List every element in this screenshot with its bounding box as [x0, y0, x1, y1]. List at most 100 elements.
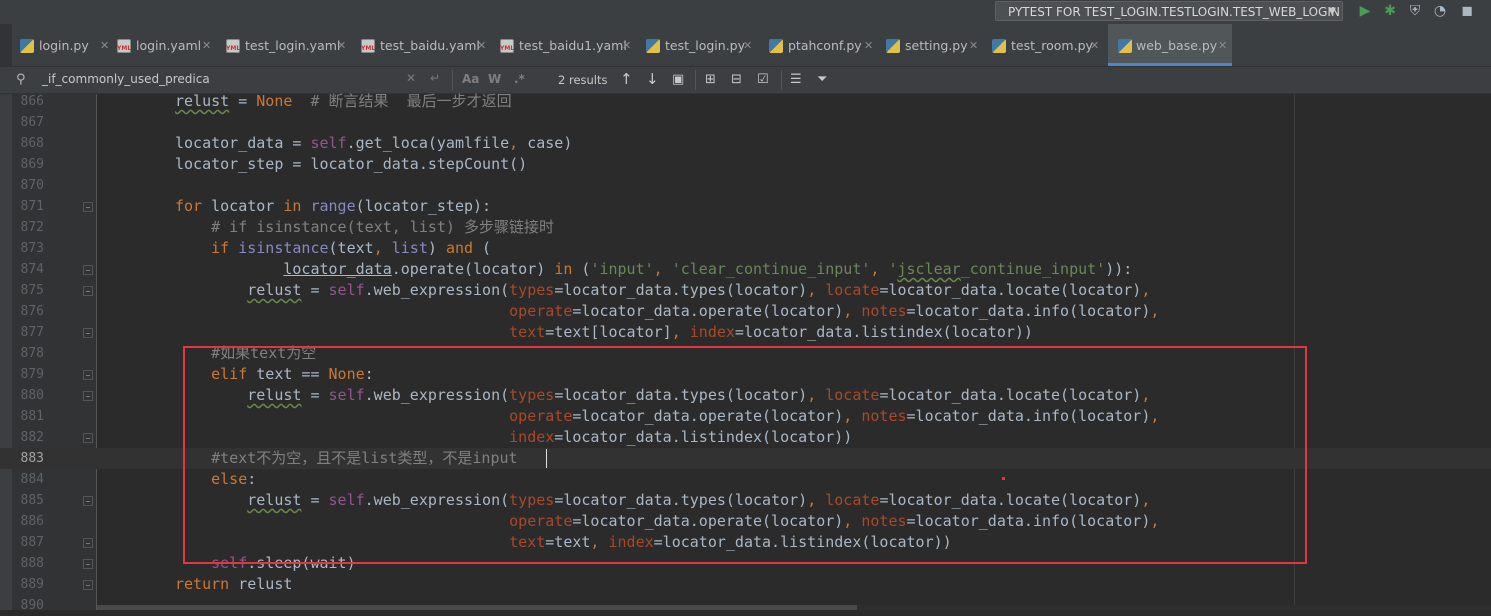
fold-marker-icon[interactable]: [83, 496, 93, 506]
python-file-icon: [886, 39, 900, 53]
code-line[interactable]: 867: [0, 112, 1491, 133]
tab-label: test_login.py: [665, 38, 746, 53]
close-icon[interactable]: ✕: [1218, 24, 1227, 68]
stop-icon[interactable]: ◼: [1458, 2, 1476, 20]
tab-test-baidu1-yaml[interactable]: test_baidu1.yaml ✕: [500, 24, 640, 66]
fold-marker-icon[interactable]: [83, 433, 93, 443]
tab-label: login.yaml: [136, 38, 202, 53]
line-number: 873: [20, 241, 44, 256]
code-line[interactable]: 870: [0, 175, 1491, 196]
search-input[interactable]: _if_commonly_used_predica: [42, 72, 210, 86]
yaml-file-icon: [226, 39, 240, 53]
add-selection-icon[interactable]: ⊞: [705, 72, 716, 87]
fold-marker-icon[interactable]: [83, 265, 93, 275]
fold-marker-icon[interactable]: [83, 391, 93, 401]
match-case-toggle[interactable]: Aa: [462, 72, 479, 86]
line-text: locator_data = self.get_loca(yamlfile, c…: [175, 134, 573, 152]
python-file-icon: [646, 39, 660, 53]
whole-words-toggle[interactable]: W: [488, 72, 501, 86]
line-text: relust = None # 断言结果 最后一步才返回: [175, 92, 512, 110]
annotation-dot: [1002, 477, 1005, 480]
code-line[interactable]: 876 operate=locator_data.operate(locator…: [0, 301, 1491, 322]
next-occurrence-icon[interactable]: ↓: [646, 70, 659, 88]
line-number: 877: [20, 325, 44, 340]
code-line[interactable]: 875 relust = self.web_expression(types=l…: [0, 280, 1491, 301]
tab-test-room-py[interactable]: test_room.py ✕: [992, 24, 1104, 66]
tab-login-py[interactable]: login.py ✕: [20, 24, 115, 66]
close-icon[interactable]: ✕: [1090, 24, 1099, 68]
fold-marker-icon[interactable]: [83, 580, 93, 590]
code-line[interactable]: 872 # if isinstance(text, list) 多步骤链接时: [0, 217, 1491, 238]
line-text: # if isinstance(text, list) 多步骤链接时: [211, 218, 554, 236]
close-icon[interactable]: ✕: [622, 24, 631, 68]
find-bar: ⚲ _if_commonly_used_predica ✕ ↵ Aa W .* …: [0, 67, 1491, 94]
line-number: 866: [20, 94, 44, 109]
tab-ptahconf-py[interactable]: ptahconf.py ✕: [769, 24, 879, 66]
tab-test-login-yaml[interactable]: test_login.yaml ✕: [226, 24, 361, 66]
select-all-occurrences-icon[interactable]: ☑: [757, 72, 769, 87]
tab-web-base-py[interactable]: web_base.py ✕: [1108, 24, 1232, 66]
tab-setting-py[interactable]: setting.py ✕: [886, 24, 986, 66]
line-number: 875: [20, 283, 44, 298]
code-line[interactable]: 877 text=text[locator], index=locator_da…: [0, 322, 1491, 343]
line-text: if isinstance(text, list) and (: [211, 239, 492, 257]
tab-test-baidu-yaml[interactable]: test_baidu.yaml ✕: [361, 24, 491, 66]
line-number: 870: [20, 178, 44, 193]
filter-icon[interactable]: ⏷: [817, 72, 827, 87]
close-icon[interactable]: ✕: [743, 24, 752, 68]
code-line[interactable]: 869 locator_step = locator_data.stepCoun…: [0, 154, 1491, 175]
fold-marker-icon[interactable]: [83, 286, 93, 296]
fold-marker-icon[interactable]: [83, 370, 93, 380]
code-line[interactable]: 873 if isinstance(text, list) and (: [0, 238, 1491, 259]
yaml-file-icon: [500, 39, 514, 53]
debug-icon[interactable]: ✱: [1381, 2, 1399, 20]
close-icon[interactable]: ✕: [477, 24, 486, 68]
search-icon[interactable]: ⚲: [16, 72, 26, 87]
line-text: operate=locator_data.operate(locator), n…: [509, 302, 1160, 320]
remove-selection-icon[interactable]: ⊟: [731, 72, 742, 87]
editor-tab-bar: login.py ✕ login.yaml ✕ test_login.yaml …: [0, 24, 1491, 67]
new-line-icon[interactable]: ↵: [430, 71, 440, 85]
code-line[interactable]: 871 for locator in range(locator_step):: [0, 196, 1491, 217]
tab-label: test_room.py: [1011, 38, 1093, 53]
line-number: 876: [20, 304, 44, 319]
regex-toggle[interactable]: .*: [514, 72, 525, 86]
tab-label: test_login.yaml: [245, 38, 341, 53]
line-number: 881: [20, 409, 44, 424]
close-icon[interactable]: ✕: [969, 24, 978, 68]
tab-test-login-py[interactable]: test_login.py ✕: [646, 24, 761, 66]
line-number: 868: [20, 136, 44, 151]
tab-label: login.py: [39, 38, 89, 53]
code-line[interactable]: 866 relust = None # 断言结果 最后一步才返回: [0, 91, 1491, 112]
scrollbar-thumb[interactable]: [97, 605, 857, 610]
fold-marker-icon[interactable]: [83, 202, 93, 212]
close-icon[interactable]: ✕: [100, 24, 109, 68]
line-text: locator_data.operate(locator) in ('input…: [283, 260, 1133, 278]
fold-marker-icon[interactable]: [83, 559, 93, 569]
line-number: 869: [20, 157, 44, 172]
divider: [452, 70, 453, 90]
find-in-window-icon[interactable]: ▣: [672, 72, 684, 87]
run-icon[interactable]: ▶: [1356, 2, 1374, 20]
run-with-coverage-icon[interactable]: ⛨: [1406, 2, 1424, 20]
open-in-find-window-icon[interactable]: ☰: [790, 72, 802, 87]
line-text: return relust: [175, 575, 293, 593]
fold-marker-icon[interactable]: [83, 328, 93, 338]
fold-marker-icon[interactable]: [83, 538, 93, 548]
profile-icon[interactable]: ◔: [1431, 2, 1449, 20]
code-line[interactable]: 874 locator_data.operate(locator) in ('i…: [0, 259, 1491, 280]
python-file-icon: [992, 39, 1006, 53]
clear-search-icon[interactable]: ✕: [406, 71, 416, 85]
line-text: text=text[locator], index=locator_data.l…: [509, 323, 1033, 341]
line-number: 874: [20, 262, 44, 277]
horizontal-scrollbar[interactable]: [97, 605, 1491, 610]
code-line[interactable]: 889 return relust: [0, 574, 1491, 595]
code-line[interactable]: 868 locator_data = self.get_loca(yamlfil…: [0, 133, 1491, 154]
close-icon[interactable]: ✕: [202, 24, 211, 68]
tab-login-yaml[interactable]: login.yaml ✕: [117, 24, 222, 66]
previous-occurrence-icon[interactable]: ↑: [620, 70, 633, 88]
run-configuration-select[interactable]: PYTEST FOR TEST_LOGIN.TESTLOGIN.TEST_WEB…: [995, 1, 1343, 21]
line-text: locator_step = locator_data.stepCount(): [175, 155, 528, 173]
close-icon[interactable]: ✕: [864, 24, 873, 68]
close-icon[interactable]: ✕: [337, 24, 346, 68]
